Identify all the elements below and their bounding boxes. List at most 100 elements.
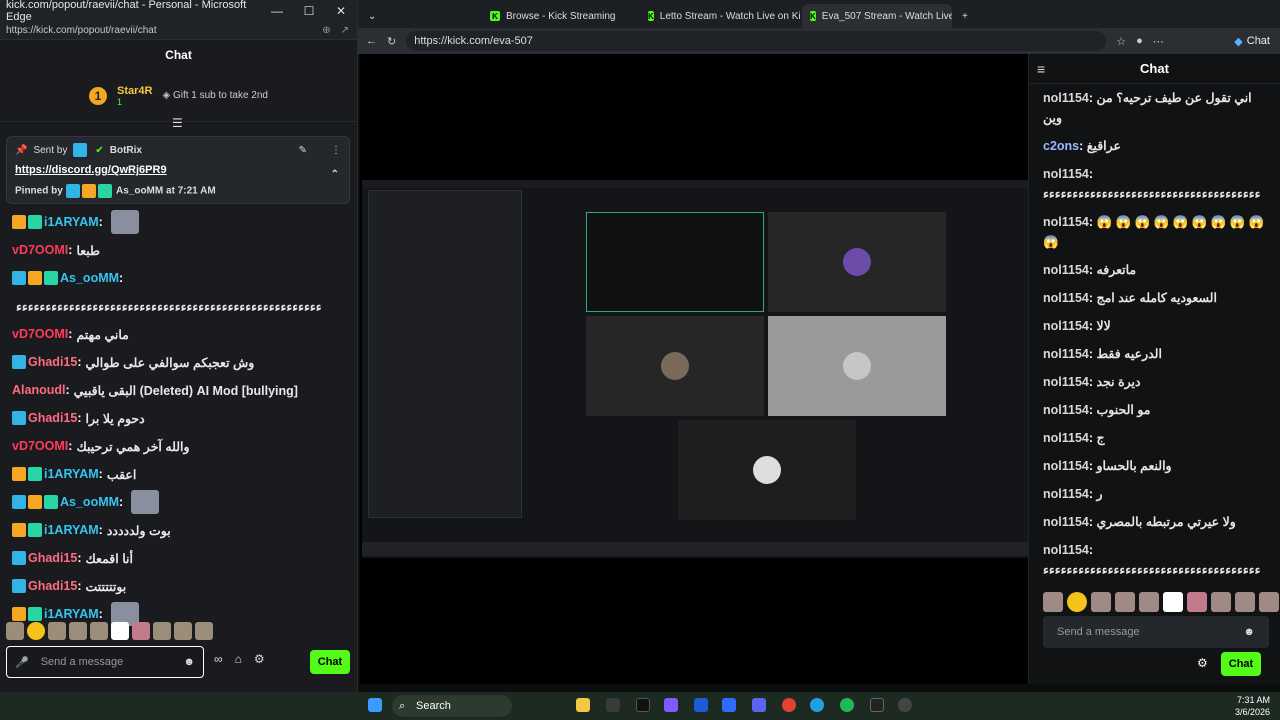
discord-icon[interactable]	[752, 698, 766, 712]
back-icon[interactable]: ←	[366, 35, 377, 47]
copilot-button[interactable]: ◆ Chat	[1234, 35, 1270, 48]
chat-username[interactable]: nol1154	[1043, 347, 1089, 361]
chat-username[interactable]: i1ARYAM	[44, 215, 99, 229]
emote-icon[interactable]	[111, 622, 129, 640]
notepad-icon[interactable]	[722, 698, 736, 712]
chat-username[interactable]: nol1154	[1043, 91, 1089, 105]
emote-icon[interactable]	[1115, 592, 1135, 612]
chat-username[interactable]: vD7OOMI	[12, 327, 68, 341]
chat-username[interactable]: Ghadi15	[28, 355, 77, 369]
zoom-icon[interactable]: ⊕	[322, 25, 330, 36]
emote-icon[interactable]	[153, 622, 171, 640]
system-clock[interactable]: 7:31 AM 3/6/2026	[1235, 694, 1270, 718]
url-field[interactable]: https://kick.com/eva-507	[406, 31, 1107, 51]
emote-icon[interactable]	[1067, 592, 1087, 612]
emote-icon[interactable]	[1259, 592, 1279, 612]
emote-icon[interactable]	[1211, 592, 1231, 612]
taskbar-search[interactable]: ⌕ Search	[392, 695, 512, 717]
chat-username[interactable]: nol1154	[1043, 543, 1089, 557]
chat-username[interactable]: i1ARYAM	[44, 467, 99, 481]
emote-icon[interactable]	[174, 622, 192, 640]
new-tab-button[interactable]: +	[954, 4, 976, 28]
address-bar[interactable]: https://kick.com/popout/raevii/chat ⊕ ↗	[0, 22, 357, 40]
tab-letto[interactable]: K Letto Stream - Watch Live on Kick	[640, 4, 800, 28]
tab-browse[interactable]: K Browse - Kick Streaming	[482, 4, 638, 28]
chrome-icon[interactable]	[782, 698, 796, 712]
chevron-up-icon[interactable]: ⌃	[331, 169, 339, 180]
emote-icon[interactable]	[195, 622, 213, 640]
chat-username[interactable]: Ghadi15	[28, 551, 77, 565]
send-chat-button[interactable]: Chat	[310, 650, 350, 674]
obs-icon[interactable]	[898, 698, 912, 712]
message-input[interactable]: 🎤 Send a message ☻	[6, 646, 204, 678]
leader-name[interactable]: Star4R	[117, 85, 152, 97]
emote-icon[interactable]	[69, 622, 87, 640]
emoji-icon[interactable]: ☻	[183, 656, 195, 668]
copilot-icon[interactable]	[664, 698, 678, 712]
more-icon[interactable]: ⋮	[331, 145, 341, 156]
chat-username[interactable]: nol1154	[1043, 431, 1089, 445]
chat-username[interactable]: nol1154	[1043, 319, 1089, 333]
emote-icon[interactable]	[1235, 592, 1255, 612]
emote-icon[interactable]	[1163, 592, 1183, 612]
chat-username[interactable]: Ghadi15	[28, 411, 77, 425]
emote-icon[interactable]	[1091, 592, 1111, 612]
chat-username[interactable]: Ghadi15	[28, 579, 77, 593]
tiktok-icon[interactable]	[636, 698, 650, 712]
collapse-icon[interactable]: ☰	[172, 116, 183, 130]
emote-icon[interactable]	[1187, 592, 1207, 612]
chat-username[interactable]: vD7OOMI	[12, 243, 68, 257]
terminal-icon[interactable]	[870, 698, 884, 712]
pinned-link[interactable]: https://discord.gg/QwRj6PR9	[15, 164, 341, 176]
tab-placeholder[interactable]: ⌄	[360, 4, 480, 28]
emote-icon[interactable]	[48, 622, 66, 640]
refresh-icon[interactable]: ↻	[387, 35, 396, 48]
chat-username[interactable]: c2ons	[1043, 139, 1079, 153]
message-input[interactable]: Send a message ☻	[1043, 616, 1269, 648]
pinned-by-user[interactable]: As_ooMM	[116, 186, 163, 197]
chat-username[interactable]: vD7OOMI	[12, 439, 68, 453]
start-icon[interactable]	[368, 698, 382, 712]
chat-username[interactable]: As_ooMM	[60, 271, 119, 285]
chat-username[interactable]: As_ooMM	[60, 495, 119, 509]
settings-icon[interactable]: ⚙	[254, 652, 265, 666]
chat-username[interactable]: nol1154	[1043, 291, 1089, 305]
emote-icon[interactable]	[1043, 592, 1063, 612]
chat-username[interactable]: i1ARYAM	[44, 607, 99, 621]
gift-sub-link[interactable]: ◈ Gift 1 sub to take 2nd	[162, 90, 268, 101]
chat-username[interactable]: nol1154	[1043, 459, 1089, 473]
collapse-chat-icon[interactable]: ≡	[1037, 61, 1045, 77]
chat-username[interactable]: nol1154	[1043, 403, 1089, 417]
minimize-button[interactable]: —	[261, 4, 293, 18]
chat-username[interactable]: nol1154	[1043, 167, 1089, 181]
mic-icon[interactable]: 🎤	[15, 656, 29, 669]
close-button[interactable]: ✕	[325, 4, 357, 18]
tab-eva[interactable]: K Eva_507 Stream - Watch Live	[802, 4, 952, 28]
emote-icon[interactable]	[6, 622, 24, 640]
chat-username[interactable]: nol1154	[1043, 515, 1089, 529]
infinity-icon[interactable]: ∞	[214, 652, 223, 666]
emoji-icon[interactable]: ☻	[1243, 626, 1255, 638]
emote-icon[interactable]	[1139, 592, 1159, 612]
maximize-button[interactable]: ☐	[293, 4, 325, 18]
settings-icon[interactable]: ⚙	[1197, 656, 1208, 670]
chat-username[interactable]: Alanoudl	[12, 383, 65, 397]
store-icon[interactable]: ⌂	[235, 652, 242, 666]
emote-icon[interactable]	[27, 622, 45, 640]
store-icon[interactable]	[606, 698, 620, 712]
video-player[interactable]	[360, 54, 1028, 684]
emote-icon[interactable]	[90, 622, 108, 640]
spotify-icon[interactable]	[840, 698, 854, 712]
edge-icon[interactable]	[810, 698, 824, 712]
app-icon[interactable]	[694, 698, 708, 712]
sent-by-user[interactable]: BotRix	[110, 145, 142, 156]
file-explorer-icon[interactable]	[576, 698, 590, 712]
profile-icon[interactable]: ●	[1136, 35, 1143, 47]
chat-username[interactable]: nol1154	[1043, 487, 1089, 501]
send-chat-button[interactable]: Chat	[1221, 652, 1261, 676]
favorites-icon[interactable]: ☆	[1116, 35, 1126, 48]
chat-username[interactable]: nol1154	[1043, 375, 1089, 389]
menu-icon[interactable]: ⋯	[1153, 35, 1164, 48]
chat-username[interactable]: i1ARYAM	[44, 523, 99, 537]
emote-icon[interactable]	[132, 622, 150, 640]
